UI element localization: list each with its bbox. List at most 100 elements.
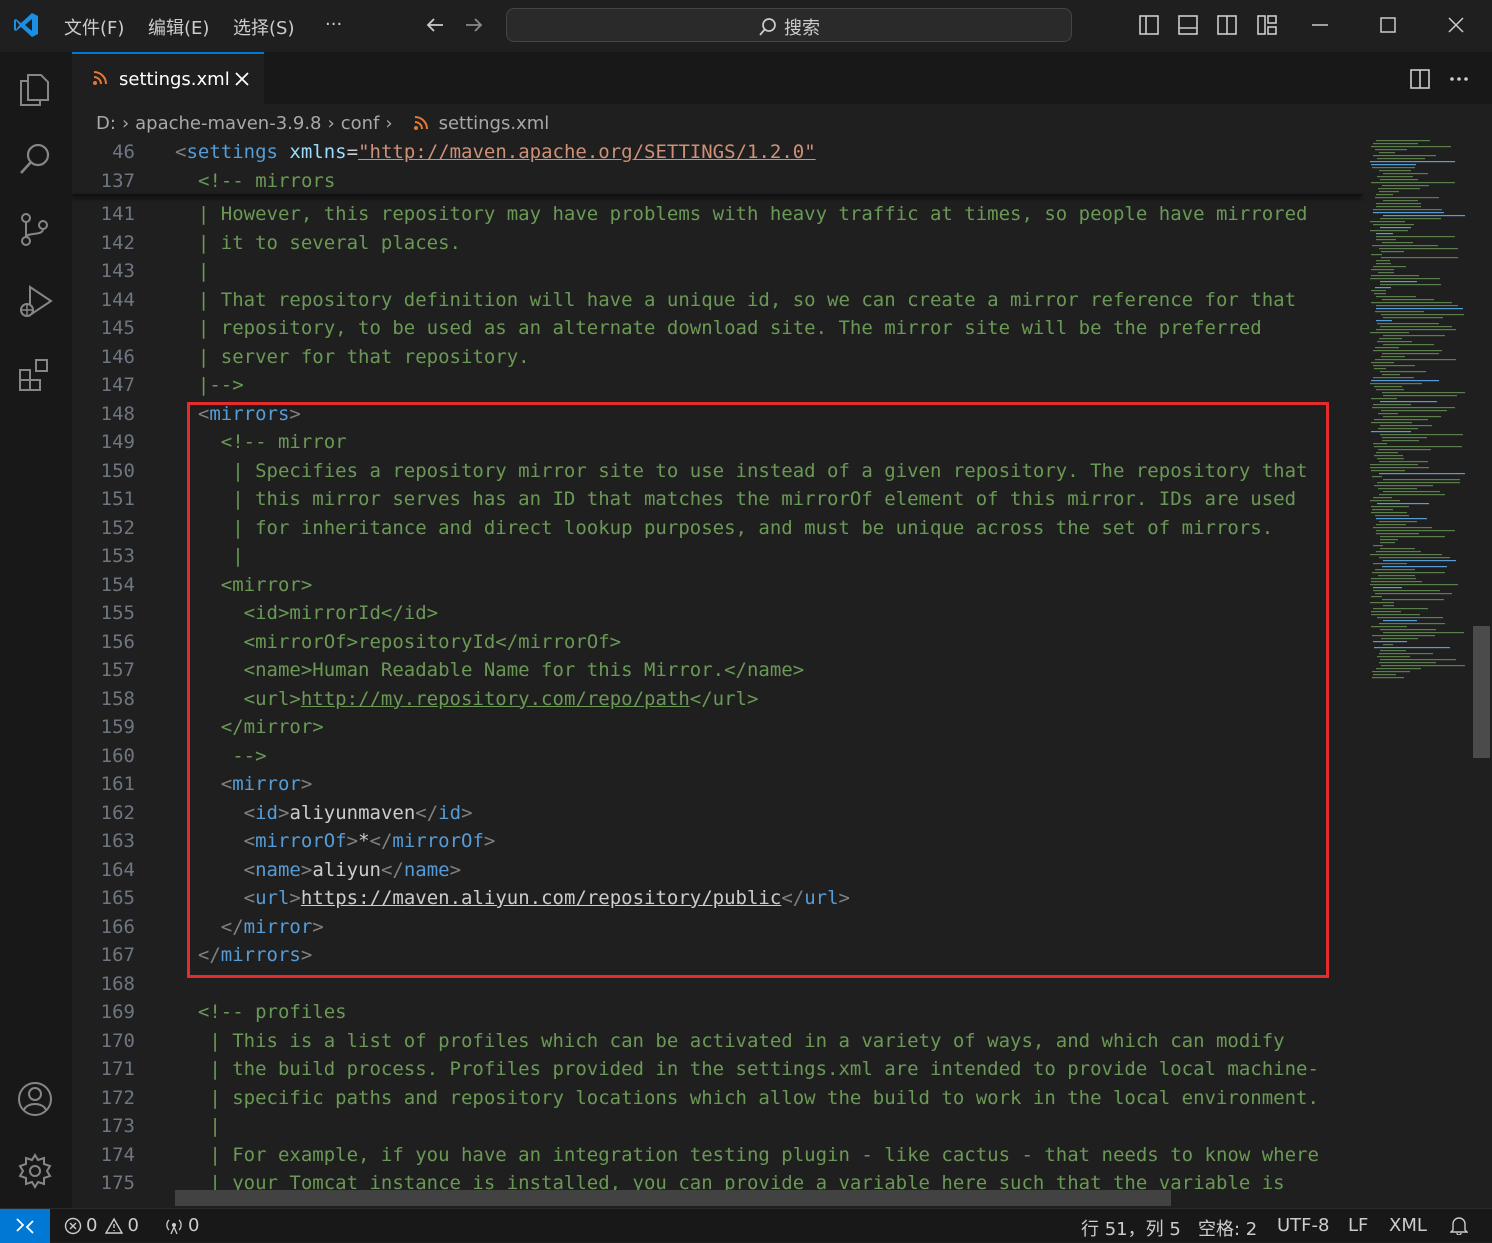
problems-indicator[interactable]: 0 0 <box>64 1215 139 1236</box>
breadcrumb-file[interactable]: settings.xml <box>439 113 550 134</box>
accounts-icon[interactable] <box>16 1080 54 1118</box>
code-line[interactable]: 168 <box>72 970 1362 999</box>
token-punc: > <box>300 858 313 881</box>
remote-indicator[interactable] <box>0 1209 50 1243</box>
token-comment: | the build process. Profiles provided i… <box>175 1058 1319 1080</box>
token-punc: </ <box>781 887 805 909</box>
menu-file[interactable]: 文件(F) <box>64 14 124 40</box>
explorer-icon[interactable] <box>16 70 54 108</box>
code-line[interactable]: 144 | That repository definition will ha… <box>72 286 1362 315</box>
token-comment: | for inheritance and direct lookup purp… <box>175 516 1274 539</box>
run-and-debug-icon[interactable] <box>16 282 54 320</box>
code-text: | this mirror serves has an ID that matc… <box>175 485 1296 514</box>
menu-edit[interactable]: 编辑(E) <box>148 14 209 40</box>
breadcrumb-folder-conf[interactable]: conf <box>341 113 380 134</box>
line-number: 150 <box>100 459 135 482</box>
code-line[interactable]: 169 <!-- profiles <box>72 998 1362 1027</box>
customize-layout-icon[interactable] <box>1256 14 1278 36</box>
code-line[interactable]: 174 | For example, if you have an integr… <box>72 1141 1362 1170</box>
minimap-line <box>1383 335 1445 337</box>
code-line[interactable]: 150 | Specifies a repository mirror site… <box>72 457 1362 486</box>
code-line[interactable]: 153 | <box>72 542 1362 571</box>
code-line[interactable]: 171 | the build process. Profiles provid… <box>72 1055 1362 1084</box>
source-control-icon[interactable] <box>16 210 54 248</box>
tab-settings-xml[interactable]: settings.xml <box>72 52 264 104</box>
indentation-setting[interactable]: 空格: 2 <box>1198 1215 1257 1241</box>
code-line[interactable]: 170 | This is a list of profiles which c… <box>72 1027 1362 1056</box>
maximize-icon[interactable] <box>1378 14 1398 36</box>
code-line[interactable]: 172 | specific paths and repository loca… <box>72 1084 1362 1113</box>
cursor-position[interactable]: 行 51，列 5 <box>1081 1215 1181 1241</box>
code-line[interactable]: 163 <mirrorOf>*</mirrorOf> <box>72 827 1362 856</box>
split-editor-icon[interactable] <box>1409 68 1431 90</box>
language-mode[interactable]: XML <box>1389 1215 1427 1236</box>
toggle-panel-icon[interactable] <box>1177 14 1199 36</box>
command-center-search[interactable]: 搜索 <box>506 8 1072 42</box>
minimap-line <box>1379 557 1450 559</box>
more-actions-icon[interactable] <box>1448 68 1470 90</box>
ports-indicator[interactable]: 0 <box>164 1215 199 1236</box>
code-line[interactable]: 137 <!-- mirrors <box>72 167 1362 196</box>
code-line[interactable]: 161 <mirror> <box>72 770 1362 799</box>
code-text: </mirrors> <box>175 941 312 970</box>
code-line[interactable]: 149 <!-- mirror <box>72 428 1362 457</box>
code-line[interactable]: 173 | <box>72 1112 1362 1141</box>
code-line[interactable]: 159 </mirror> <box>72 713 1362 742</box>
code-editor[interactable]: 46 <settings xmlns="http://maven.apache.o… <box>72 138 1492 1208</box>
code-line[interactable]: 165 <url>https://maven.aliyun.com/reposi… <box>72 884 1362 913</box>
manage-gear-icon[interactable] <box>16 1152 54 1190</box>
breadcrumb-drive[interactable]: D: <box>96 113 116 134</box>
minimap-line <box>1373 266 1406 268</box>
token-punc: < <box>197 402 210 425</box>
code-line[interactable]: 158 <url>http://my.repository.com/repo/p… <box>72 685 1362 714</box>
token-tag: mirror <box>243 915 313 938</box>
eol-setting[interactable]: LF <box>1348 1215 1368 1236</box>
close-window-icon[interactable] <box>1446 14 1466 36</box>
code-line[interactable]: 157 <name>Human Readable Name for this M… <box>72 656 1362 685</box>
code-line[interactable]: 155 <id>mirrorId</id> <box>72 599 1362 628</box>
menu-selection[interactable]: 选择(S) <box>233 14 294 40</box>
code-line[interactable]: 143 | <box>72 257 1362 286</box>
code-line[interactable]: 166 </mirror> <box>72 913 1362 942</box>
code-line[interactable]: 164 <name>aliyun</name> <box>72 856 1362 885</box>
vertical-scrollbar-thumb[interactable] <box>1473 626 1490 758</box>
code-line[interactable]: 141 | However, this repository may have … <box>72 200 1362 229</box>
extensions-icon[interactable] <box>16 356 54 394</box>
minimap-line <box>1371 512 1407 514</box>
code-line[interactable]: 152 | for inheritance and direct lookup … <box>72 514 1362 543</box>
code-line[interactable]: 167 </mirrors> <box>72 941 1362 970</box>
toggle-secondary-sidebar-icon[interactable] <box>1216 14 1238 36</box>
line-number: 157 <box>100 659 135 681</box>
code-line[interactable]: 142 | it to several places. <box>72 229 1362 258</box>
editor-tab-bar: settings.xml <box>72 52 1492 104</box>
code-line[interactable]: 148 <mirrors> <box>72 400 1362 429</box>
token-tag: id <box>438 801 462 824</box>
code-line[interactable]: 147 |--> <box>72 371 1362 400</box>
code-text: | This is a list of profiles which can b… <box>175 1027 1284 1056</box>
code-line[interactable]: 146 | server for that repository. <box>72 343 1362 372</box>
code-line[interactable]: 46 <settings xmlns="http://maven.apache.o… <box>72 138 1362 167</box>
close-icon[interactable] <box>234 71 250 87</box>
menu-more[interactable]: ··· <box>325 14 342 35</box>
code-line[interactable]: 162 <id>aliyunmaven</id> <box>72 799 1362 828</box>
code-line[interactable]: 160 --> <box>72 742 1362 771</box>
forward-arrow-icon[interactable] <box>463 14 485 36</box>
token-comment: <id>mirrorId</id> <box>175 602 439 624</box>
code-line[interactable]: 145 | repository, to be used as an alter… <box>72 314 1362 343</box>
minimap-line <box>1383 560 1456 562</box>
minimap[interactable] <box>1365 138 1473 1208</box>
code-line[interactable]: 154 <mirror> <box>72 571 1362 600</box>
code-line[interactable]: 151 | this mirror serves has an ID that … <box>72 485 1362 514</box>
notifications-bell-icon[interactable] <box>1450 1215 1468 1235</box>
minimap-line <box>1376 533 1419 535</box>
horizontal-scrollbar-thumb[interactable] <box>175 1190 1171 1206</box>
toggle-primary-sidebar-icon[interactable] <box>1138 14 1160 36</box>
code-line[interactable]: 156 <mirrorOf>repositoryId</mirrorOf> <box>72 628 1362 657</box>
back-arrow-icon[interactable] <box>424 14 446 36</box>
token-attr: xmlns <box>289 141 347 163</box>
minimize-icon[interactable] <box>1310 14 1330 36</box>
encoding-setting[interactable]: UTF-8 <box>1277 1215 1329 1236</box>
search-icon[interactable] <box>16 140 54 178</box>
breadcrumb-folder-maven[interactable]: apache-maven-3.9.8 <box>135 113 321 134</box>
